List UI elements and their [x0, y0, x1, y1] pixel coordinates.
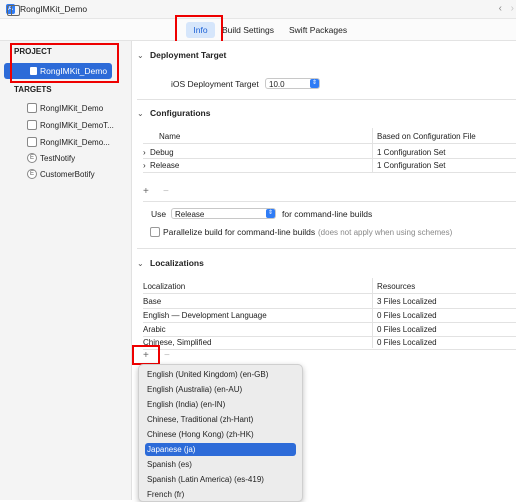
- annotation-box-project: [10, 43, 119, 83]
- sidebar-item-target[interactable]: RongIMKit_DemoT...: [40, 121, 114, 130]
- sidebar-item-target[interactable]: RongIMKit_Demo: [40, 104, 103, 113]
- language-dropdown-menu: English (United Kingdom) (en-GB) English…: [138, 364, 303, 502]
- section-divider: [137, 99, 516, 100]
- command-line-config-select[interactable]: Release: [171, 208, 276, 219]
- remove-localization-button[interactable]: −: [164, 350, 170, 361]
- extension-target-icon: E: [27, 169, 37, 179]
- chevron-down-icon[interactable]: ⌄: [137, 109, 144, 118]
- menu-item-language[interactable]: French (fr): [145, 488, 296, 501]
- add-configuration-button[interactable]: +: [143, 186, 149, 197]
- row-divider: [143, 172, 516, 173]
- deployment-target-value: 10.0: [269, 80, 285, 89]
- chevron-right-icon[interactable]: ›: [511, 3, 514, 14]
- menu-item-language-selected[interactable]: Japanese (ja): [145, 443, 296, 456]
- column-separator: [372, 128, 373, 173]
- table-header-divider: [143, 293, 516, 294]
- annotation-box-add-button: [132, 345, 160, 365]
- extension-target-icon: E: [27, 153, 37, 163]
- localization-row-name[interactable]: Arabic: [143, 325, 166, 334]
- row-divider: [143, 158, 516, 159]
- menu-item-language[interactable]: Chinese (Hong Kong) (zh-HK): [145, 428, 296, 441]
- app-target-icon: [27, 103, 37, 113]
- annotation-box-info-tab: [175, 15, 223, 43]
- section-deployment-title: Deployment Target: [150, 50, 227, 60]
- chevron-right-icon[interactable]: ›: [143, 161, 146, 170]
- config-row-name[interactable]: Release: [150, 161, 179, 170]
- sidebar-item-target[interactable]: CustomerBotify: [40, 170, 95, 179]
- tab-swift-packages[interactable]: Swift Packages: [289, 25, 347, 35]
- parallelize-checkbox[interactable]: [150, 227, 160, 237]
- localization-row-name[interactable]: English — Development Language: [143, 311, 267, 320]
- table-bottom-divider: [143, 349, 516, 350]
- localization-row-name[interactable]: Base: [143, 297, 161, 306]
- config-row-based: 1 Configuration Set: [377, 148, 446, 157]
- localization-row-resources: 0 Files Localized: [377, 311, 437, 320]
- menu-item-language[interactable]: Spanish (Latin America) (es-419): [145, 473, 296, 486]
- sidebar-item-target[interactable]: RongIMKit_Demo...: [40, 138, 110, 147]
- section-configurations-title: Configurations: [150, 108, 211, 118]
- parallelize-label: Parallelize build for command-line build…: [163, 227, 316, 237]
- use-label: Use: [151, 209, 167, 219]
- menu-item-language[interactable]: English (India) (en-IN): [145, 398, 296, 411]
- window-title: RongIMKit_Demo: [20, 4, 88, 14]
- popup-arrows-icon: ⇕: [266, 209, 275, 218]
- tab-build-settings[interactable]: Build Settings: [222, 25, 274, 35]
- row-divider: [143, 336, 516, 337]
- deployment-target-label: iOS Deployment Target: [171, 79, 259, 89]
- targets-header: TARGETS: [14, 85, 52, 94]
- column-header-resources[interactable]: Resources: [377, 282, 415, 291]
- parallelize-hint: (does not apply when using schemes): [318, 228, 453, 237]
- app-target-icon: [27, 120, 37, 130]
- section-localizations-title: Localizations: [150, 258, 204, 268]
- use-suffix-label: for command-line builds: [282, 209, 373, 219]
- menu-item-language[interactable]: Spanish (es): [145, 458, 296, 471]
- section-divider: [137, 248, 516, 249]
- localization-row-resources: 0 Files Localized: [377, 325, 437, 334]
- sidebar-item-target[interactable]: TestNotify: [40, 154, 75, 163]
- menu-item-language[interactable]: English (United Kingdom) (en-GB): [145, 368, 296, 381]
- config-row-based: 1 Configuration Set: [377, 161, 446, 170]
- table-bottom-divider: [143, 201, 516, 202]
- popup-arrows-icon: ⇕: [310, 79, 319, 88]
- row-divider: [143, 322, 516, 323]
- chevron-right-icon[interactable]: ›: [143, 148, 146, 157]
- column-separator: [372, 278, 373, 348]
- column-header-name[interactable]: Name: [159, 132, 180, 141]
- row-divider: [143, 308, 516, 309]
- localization-row-resources: 0 Files Localized: [377, 338, 437, 347]
- table-header-divider: [143, 143, 516, 144]
- app-target-icon: [27, 137, 37, 147]
- remove-configuration-button[interactable]: −: [163, 186, 169, 197]
- chevron-down-icon[interactable]: ⌄: [137, 259, 144, 268]
- chevron-left-icon[interactable]: ‹: [499, 3, 502, 14]
- menu-item-language[interactable]: English (Australia) (en-AU): [145, 383, 296, 396]
- column-header-localization[interactable]: Localization: [143, 282, 185, 291]
- menu-item-language[interactable]: Chinese, Traditional (zh-Hant): [145, 413, 296, 426]
- sidebar-toggle-icon[interactable]: [7, 5, 20, 16]
- command-line-config-value: Release: [175, 210, 205, 219]
- config-row-name[interactable]: Debug: [150, 148, 174, 157]
- chevron-down-icon[interactable]: ⌄: [137, 51, 144, 60]
- localization-row-resources: 3 Files Localized: [377, 297, 437, 306]
- column-header-based-on[interactable]: Based on Configuration File: [377, 132, 476, 141]
